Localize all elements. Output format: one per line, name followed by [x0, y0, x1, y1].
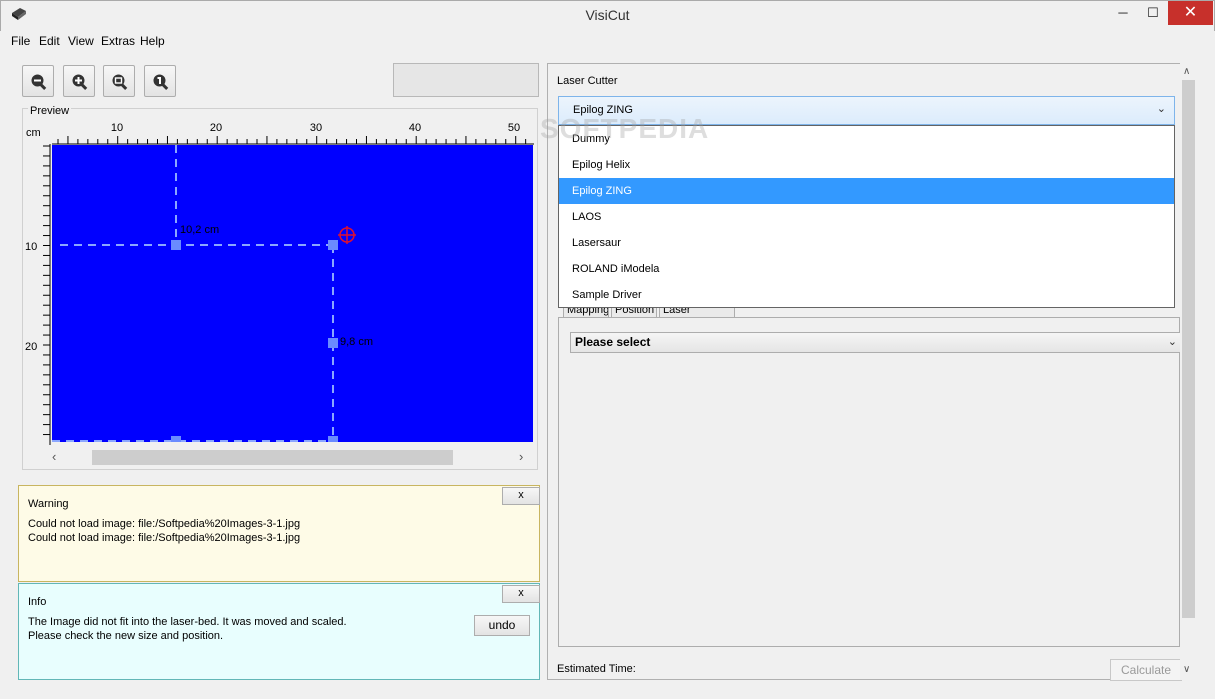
info-line: The Image did not fit into the laser-bed… [28, 616, 347, 628]
scroll-down-arrow[interactable]: ∨ [1183, 664, 1190, 675]
close-button[interactable]: ✕ [1168, 1, 1213, 25]
dropdown-option[interactable]: Lasersaur [559, 230, 1174, 256]
chevron-down-icon: ⌄ [1167, 336, 1177, 348]
ruler-x-label: 30 [310, 122, 322, 134]
zoom-out-icon [31, 74, 47, 90]
vertical-scroll-thumb[interactable] [1182, 80, 1195, 618]
warning-line: Could not load image: file:/Softpedia%20… [28, 518, 301, 530]
minimize-button[interactable]: ─ [1108, 1, 1138, 25]
laser-cutter-label: Laser Cutter [557, 75, 618, 87]
zoom-in-button[interactable] [63, 65, 95, 97]
chevron-down-icon: ⌄ [1156, 103, 1166, 115]
ruler-y-label: 10 [25, 241, 37, 253]
progress-area [393, 63, 539, 97]
calculate-button[interactable]: Calculate [1110, 659, 1182, 681]
watermark: SOFTPEDIA [540, 113, 710, 144]
preview-label: Preview [28, 105, 72, 117]
dropdown-option[interactable]: LAOS [559, 204, 1174, 230]
zoom-actual-icon [153, 74, 169, 90]
profile-select-value: Please select [575, 335, 651, 349]
menu-edit[interactable]: Edit [39, 34, 60, 48]
laser-cutter-dropdown: Dummy Epilog Helix Epilog ZING LAOS Lase… [558, 125, 1175, 308]
resize-handle[interactable] [328, 240, 338, 250]
warning-title: Warning [28, 498, 69, 510]
image-selection[interactable]: 10,2 cm 9,8 cm [52, 145, 533, 442]
menu-help[interactable]: Help [140, 34, 165, 48]
window-title: VisiCut [585, 7, 630, 23]
zoom-out-button[interactable] [22, 65, 54, 97]
resize-handle[interactable] [328, 338, 338, 348]
preview-canvas[interactable]: 10,2 cm 9,8 cm [52, 145, 533, 442]
menu-bar: File Edit View Extras Help [0, 31, 1215, 51]
tab-content [558, 318, 1180, 647]
resize-handle[interactable] [171, 436, 181, 442]
width-label: 10,2 cm [180, 224, 219, 236]
zoom-fit-button[interactable] [103, 65, 135, 97]
zoom-fit-icon [112, 74, 128, 90]
scroll-left-arrow[interactable]: ‹ [52, 449, 56, 464]
height-label: 9,8 cm [340, 336, 373, 348]
estimated-time-label: Estimated Time: [557, 663, 636, 675]
info-title: Info [28, 596, 47, 608]
resize-handle[interactable] [171, 240, 181, 250]
warning-line: Could not load image: file:/Softpedia%20… [28, 532, 301, 544]
dropdown-option[interactable]: ROLAND iModela [559, 256, 1174, 282]
undo-button[interactable]: undo [474, 615, 530, 636]
warning-close-button[interactable]: x [502, 487, 540, 505]
menu-extras[interactable]: Extras [101, 34, 135, 48]
scroll-right-arrow[interactable]: › [519, 449, 523, 464]
ruler-unit: cm [26, 127, 41, 139]
ruler-x-label: 50 [508, 122, 520, 134]
menu-file[interactable]: File [11, 34, 30, 48]
info-close-button[interactable]: x [502, 585, 540, 603]
ruler-x-label: 10 [111, 122, 123, 134]
info-line: Please check the new size and position. [28, 630, 224, 642]
maximize-button[interactable]: ☐ [1138, 1, 1168, 25]
dropdown-option-selected[interactable]: Epilog ZING [559, 178, 1174, 204]
info-message: Info The Image did not fit into the lase… [18, 583, 540, 680]
warning-message: Warning Could not load image: file:/Soft… [18, 485, 540, 582]
zoom-in-icon [72, 74, 88, 90]
ruler-x-label: 40 [409, 122, 421, 134]
dropdown-option[interactable]: Sample Driver [559, 282, 1174, 308]
scroll-up-arrow[interactable]: ∧ [1183, 66, 1190, 77]
dropdown-option[interactable]: Epilog Helix [559, 152, 1174, 178]
ruler-x-label: 20 [210, 122, 222, 134]
crosshair-icon[interactable] [338, 226, 356, 244]
menu-view[interactable]: View [68, 34, 94, 48]
zoom-actual-button[interactable] [144, 65, 176, 97]
profile-select[interactable]: Please select ⌄ [570, 332, 1181, 353]
horizontal-scroll-thumb[interactable] [92, 450, 453, 465]
resize-handle[interactable] [328, 436, 338, 442]
ruler-y-label: 20 [25, 341, 37, 353]
